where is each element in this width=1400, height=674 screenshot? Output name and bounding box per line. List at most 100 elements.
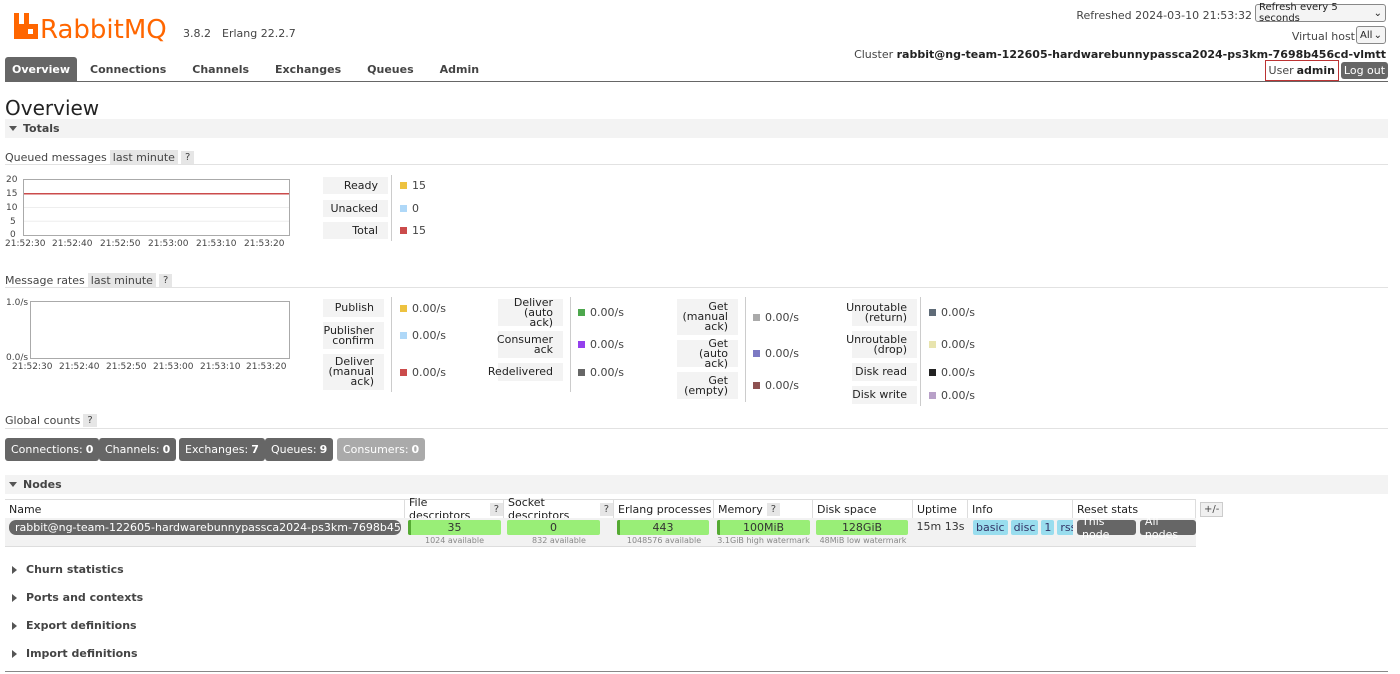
rates-help-button[interactable]: ?: [158, 274, 173, 287]
rabbitmq-logo[interactable]: RabbitMQ: [12, 10, 172, 45]
rates-x-tick: 21:52:40: [59, 362, 100, 372]
logout-button[interactable]: Log out: [1341, 62, 1388, 79]
legend-redelivered-value: 0.00/s: [578, 363, 624, 381]
triangle-right-icon: [12, 565, 17, 574]
legend-deliver-manual-value: 0.00/s: [400, 354, 446, 390]
triangle-right-icon: [12, 621, 17, 630]
tab-overview[interactable]: Overview: [5, 57, 77, 82]
legend-separator: [391, 297, 392, 392]
reset-this-node-button[interactable]: This node: [1077, 515, 1136, 541]
legend-get-empty-value: 0.00/s: [753, 372, 799, 399]
user-label: User: [1268, 64, 1294, 77]
cell-socket-descriptors: 0 832 available: [504, 518, 614, 546]
queued-y-tick: 15: [6, 189, 18, 199]
col-header-name[interactable]: Name: [5, 500, 405, 518]
count-label: Consumers:: [343, 443, 409, 456]
rate-value: 0.00/s: [941, 338, 975, 351]
channels-count-button[interactable]: Channels: 0: [99, 438, 177, 461]
ep-used: 443: [652, 521, 674, 534]
reset-all-nodes-button[interactable]: All nodes: [1139, 515, 1196, 541]
queued-x-tick: 21:52:50: [100, 239, 141, 249]
legend-swatch: [753, 313, 760, 321]
queued-help-button[interactable]: ?: [180, 151, 195, 164]
main-tabs: Overview Connections Channels Exchanges …: [5, 57, 492, 82]
legend-swatch: [578, 341, 585, 348]
fd-help-button[interactable]: ?: [489, 502, 503, 516]
import-definitions-toggle[interactable]: Import definitions: [12, 647, 138, 660]
sd-help-button[interactable]: ?: [599, 502, 613, 516]
node-name-link[interactable]: rabbit@ng-team-122605-hardwarebunnypassc…: [9, 520, 401, 535]
exchanges-count-button[interactable]: Exchanges: 7: [179, 438, 265, 461]
churn-statistics-toggle[interactable]: Churn statistics: [12, 563, 124, 576]
tab-queues[interactable]: Queues: [354, 57, 426, 82]
memory-help-button[interactable]: ?: [766, 502, 781, 516]
ep-usage-bar: 443: [617, 520, 709, 535]
tab-channels[interactable]: Channels: [179, 57, 262, 82]
chevron-down-icon: ⌄: [1373, 7, 1382, 19]
legend-swatch: [578, 368, 585, 376]
ports-and-contexts-toggle[interactable]: Ports and contexts: [12, 591, 143, 604]
legend-get-auto-value: 0.00/s: [753, 340, 799, 367]
cell-disk-space: 128GiB 48MiB low watermark: [813, 518, 913, 546]
tab-exchanges[interactable]: Exchanges: [262, 57, 354, 82]
divider: [5, 428, 1388, 429]
legend-get-auto-label: Get (auto ack): [677, 338, 738, 369]
legend-get-manual-label: Get (manual ack): [677, 299, 738, 335]
disk-free: 128GiB: [841, 521, 883, 534]
tab-admin[interactable]: Admin: [427, 57, 492, 82]
queues-count-button[interactable]: Queues: 9: [265, 438, 334, 461]
tab-connections[interactable]: Connections: [77, 57, 179, 82]
cell-reset-stats: This node All nodes: [1073, 515, 1196, 546]
legend-swatch: [400, 182, 407, 189]
legend-swatch: [400, 227, 407, 234]
legend-separator: [570, 297, 571, 392]
queued-messages-label: Queued messages: [5, 151, 107, 164]
erlang-version: Erlang 22.2.7: [222, 27, 296, 40]
legend-publisher-confirm-value: 0.00/s: [400, 322, 446, 349]
legend-deliver-auto-value: 0.00/s: [578, 299, 624, 326]
message-rates-chart: [30, 301, 290, 359]
legend-unroutable-return-label: Unroutable (return): [846, 299, 917, 326]
ep-fill: [617, 520, 620, 535]
cell-info: basic disc 1 rss: [968, 518, 1080, 546]
legend-swatch: [929, 341, 936, 348]
memory-watermark: 3.1GiB high watermark: [717, 536, 810, 545]
toggle-columns-button[interactable]: +/-: [1200, 502, 1224, 517]
header-text: Disk space: [817, 502, 877, 516]
connections-count-button[interactable]: Connections: 0: [5, 438, 100, 461]
user-info: User admin: [1264, 60, 1339, 81]
rates-x-tick: 21:52:50: [106, 362, 147, 372]
refresh-interval-select[interactable]: Refresh every 5 seconds ⌄: [1255, 2, 1386, 24]
rate-value: 0.00/s: [412, 329, 446, 342]
queued-range-toggle[interactable]: last minute: [109, 150, 178, 165]
fd-fill: [408, 520, 412, 535]
legend-swatch: [929, 309, 936, 316]
count-label: Connections:: [11, 443, 83, 456]
export-definitions-toggle[interactable]: Export definitions: [12, 619, 137, 632]
global-help-button[interactable]: ?: [83, 414, 97, 427]
col-header-file-descriptors: File descriptors?: [405, 496, 504, 522]
legend-swatch: [929, 368, 936, 376]
totals-section-toggle[interactable]: Totals: [5, 119, 1388, 138]
fd-used: 35: [447, 521, 462, 534]
rate-value: 0.00/s: [765, 310, 799, 324]
rates-range-toggle[interactable]: last minute: [87, 273, 156, 288]
footer-divider: [5, 671, 1388, 672]
legend-swatch: [400, 304, 407, 312]
queued-x-tick: 21:53:20: [244, 239, 285, 249]
legend-publish-label: Publish: [323, 299, 384, 317]
count-value: 0: [411, 443, 420, 456]
section-title: Export definitions: [26, 619, 137, 632]
sd-used: 0: [550, 521, 557, 534]
queued-messages-chart: [23, 179, 290, 236]
consumers-count-button[interactable]: Consumers: 0: [337, 438, 426, 461]
info-badge-count: 1: [1041, 520, 1055, 535]
legend-separator: [920, 297, 921, 406]
legend-publisher-confirm-label: Publisher confirm: [323, 322, 384, 349]
nodes-section-toggle[interactable]: Nodes: [5, 475, 1388, 494]
legend-disk-read-value: 0.00/s: [929, 363, 975, 381]
triangle-down-icon: [9, 482, 17, 487]
legend-deliver-auto-label: Deliver (auto ack): [498, 297, 563, 328]
virtual-host-select[interactable]: All ⌄: [1356, 26, 1386, 44]
refresh-select-value: Refresh every 5 seconds: [1259, 2, 1338, 24]
